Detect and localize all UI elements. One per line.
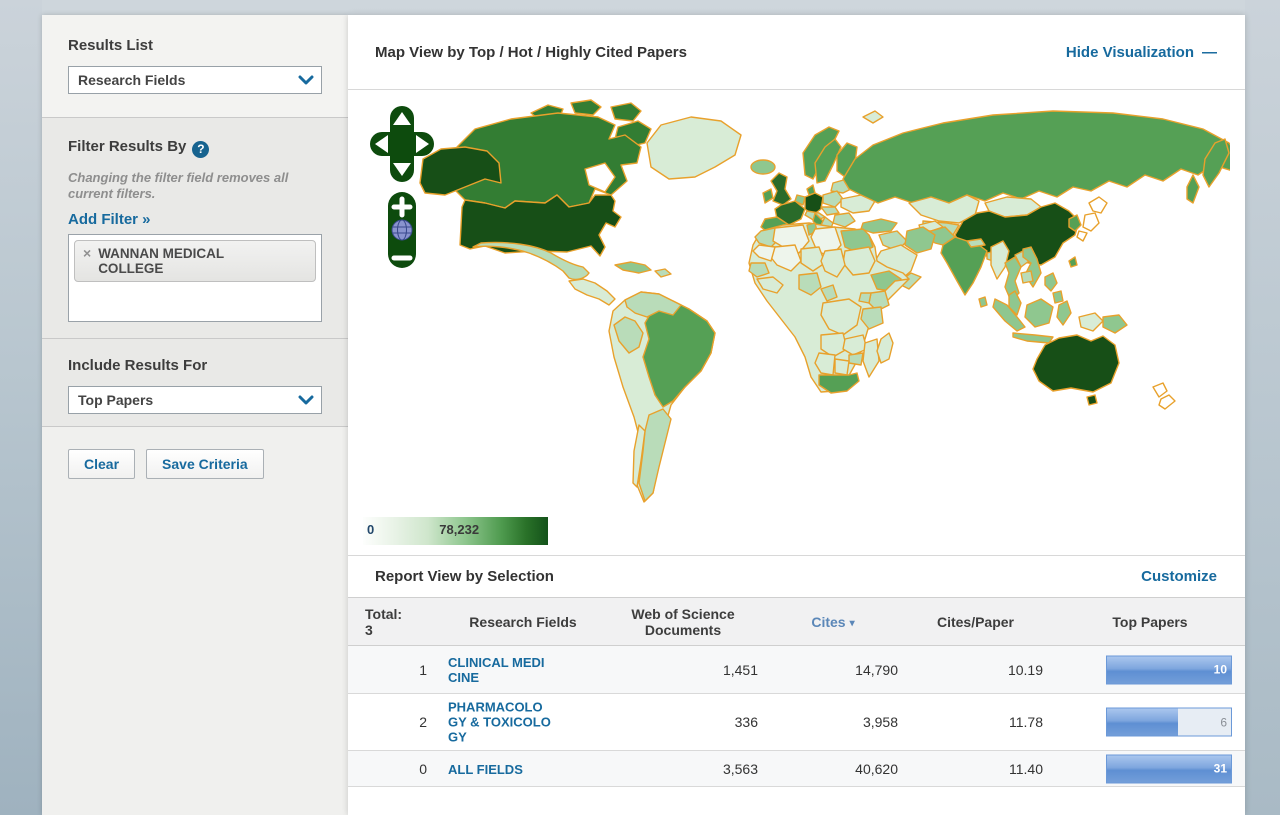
report-view-title: Report View by Selection xyxy=(375,568,1141,585)
results-list-dropdown[interactable]: Research Fields xyxy=(68,66,322,94)
filter-sidebar: Results List Research Fields Filter Resu… xyxy=(42,15,348,815)
scale-min-label: 0 xyxy=(367,522,374,537)
cites-per-paper-value: 10.19 xyxy=(908,662,1043,678)
total-label: Total: xyxy=(365,605,402,621)
cites-value: 3,958 xyxy=(768,714,898,730)
collapse-dash-icon: — xyxy=(1202,44,1217,61)
zoom-control xyxy=(388,192,416,268)
top-papers-bar[interactable]: 6 xyxy=(1106,708,1232,737)
column-header-cites-per-paper[interactable]: Cites/Paper xyxy=(908,613,1043,629)
right-gutter xyxy=(1245,0,1280,815)
save-criteria-button[interactable]: Save Criteria xyxy=(146,449,264,479)
documents-value: 336 xyxy=(608,714,758,730)
page: Results List Research Fields Filter Resu… xyxy=(0,0,1280,815)
row-rank: 1 xyxy=(363,662,433,678)
documents-value: 3,563 xyxy=(608,761,758,777)
pan-control xyxy=(370,106,434,182)
table-row: 1 CLINICAL MEDICINE 1,451 14,790 10.19 1… xyxy=(348,646,1245,694)
scale-max-label: 78,232 xyxy=(439,522,479,537)
top-papers-bar[interactable]: 10 xyxy=(1106,655,1232,684)
top-papers-value: 31 xyxy=(1214,762,1227,776)
results-list-dropdown-value: Research Fields xyxy=(69,72,291,88)
cites-value: 14,790 xyxy=(768,662,898,678)
chevron-down-icon xyxy=(291,75,321,85)
column-header-wos-documents[interactable]: Web of Science Documents xyxy=(608,605,758,637)
clear-button[interactable]: Clear xyxy=(68,449,135,479)
table-row: 2 PHARMACOLOGY & TOXICOLOGY 336 3,958 11… xyxy=(348,694,1245,751)
results-list-heading: Results List xyxy=(68,37,322,54)
row-rank: 0 xyxy=(363,761,433,777)
customize-link[interactable]: Customize xyxy=(1141,568,1217,585)
results-table: Total: 3 Research Fields Web of Science … xyxy=(348,597,1245,787)
filter-results-label: Filter Results By xyxy=(68,138,186,155)
cites-label: Cites xyxy=(811,613,845,629)
table-row: 0 ALL FIELDS 3,563 40,620 11.40 31 xyxy=(348,751,1245,787)
map-color-scale: 0 78,232 xyxy=(363,517,548,545)
main-panel: Map View by Top / Hot / Highly Cited Pap… xyxy=(348,15,1245,815)
chevron-down-icon xyxy=(291,395,321,405)
top-papers-value: 10 xyxy=(1214,663,1227,677)
column-header-top-papers[interactable]: Top Papers xyxy=(1068,613,1232,629)
filter-results-section: Filter Results By? Changing the filter f… xyxy=(42,117,348,338)
bar-fill xyxy=(1107,709,1178,736)
choropleth-world-map[interactable] xyxy=(363,95,1230,507)
map-view-header: Map View by Top / Hot / Highly Cited Pap… xyxy=(348,15,1245,90)
bar-fill xyxy=(1107,755,1231,782)
include-results-section: Include Results For Top Papers xyxy=(42,338,348,426)
remove-filter-icon[interactable]: × xyxy=(83,246,91,261)
include-results-dropdown-value: Top Papers xyxy=(69,392,291,408)
hide-visualization-label: Hide Visualization xyxy=(1066,44,1194,61)
row-rank: 2 xyxy=(363,714,433,730)
world-map-visualization: 0 78,232 xyxy=(348,90,1245,555)
map-navigation-controls[interactable] xyxy=(370,106,440,272)
results-list-section: Results List Research Fields xyxy=(42,15,348,117)
sidebar-actions-section: Clear Save Criteria xyxy=(42,426,348,806)
table-header-row: Total: 3 Research Fields Web of Science … xyxy=(348,597,1245,646)
report-view-header: Report View by Selection Customize xyxy=(348,555,1245,597)
documents-value: 1,451 xyxy=(608,662,758,678)
cites-value: 40,620 xyxy=(768,761,898,777)
field-link-pharmacology-toxicology[interactable]: PHARMACOLOGY & TOXICOLOGY xyxy=(448,700,552,745)
field-link-all-fields[interactable]: ALL FIELDS xyxy=(448,762,598,777)
top-papers-value: 6 xyxy=(1220,715,1227,729)
filter-chip-label: WANNAN MEDICAL COLLEGE xyxy=(98,246,273,276)
column-header-cites-sorted[interactable]: Cites ▾ xyxy=(768,613,898,629)
add-filter-link[interactable]: Add Filter » xyxy=(68,211,151,228)
active-filters-box: × WANNAN MEDICAL COLLEGE xyxy=(68,234,322,322)
total-count: Total: 3 xyxy=(363,605,433,637)
cites-per-paper-value: 11.78 xyxy=(908,714,1043,730)
include-results-heading: Include Results For xyxy=(68,357,322,374)
filter-note: Changing the filter field removes all cu… xyxy=(68,170,322,203)
cites-per-paper-value: 11.40 xyxy=(908,761,1043,777)
bar-fill xyxy=(1107,656,1231,683)
total-value: 3 xyxy=(365,622,373,638)
column-header-research-fields[interactable]: Research Fields xyxy=(448,613,598,629)
help-icon[interactable]: ? xyxy=(192,141,209,158)
hide-visualization-link[interactable]: Hide Visualization — xyxy=(1066,44,1217,61)
include-results-dropdown[interactable]: Top Papers xyxy=(68,386,322,414)
sort-descending-icon: ▾ xyxy=(850,617,855,628)
map-view-title: Map View by Top / Hot / Highly Cited Pap… xyxy=(375,44,1066,61)
top-papers-bar[interactable]: 31 xyxy=(1106,754,1232,783)
field-link-clinical-medicine[interactable]: CLINICAL MEDICINE xyxy=(448,655,552,685)
left-gutter xyxy=(0,0,42,815)
filter-results-heading: Filter Results By? xyxy=(68,138,322,158)
filter-chip-wannan-medical-college[interactable]: × WANNAN MEDICAL COLLEGE xyxy=(74,240,316,282)
